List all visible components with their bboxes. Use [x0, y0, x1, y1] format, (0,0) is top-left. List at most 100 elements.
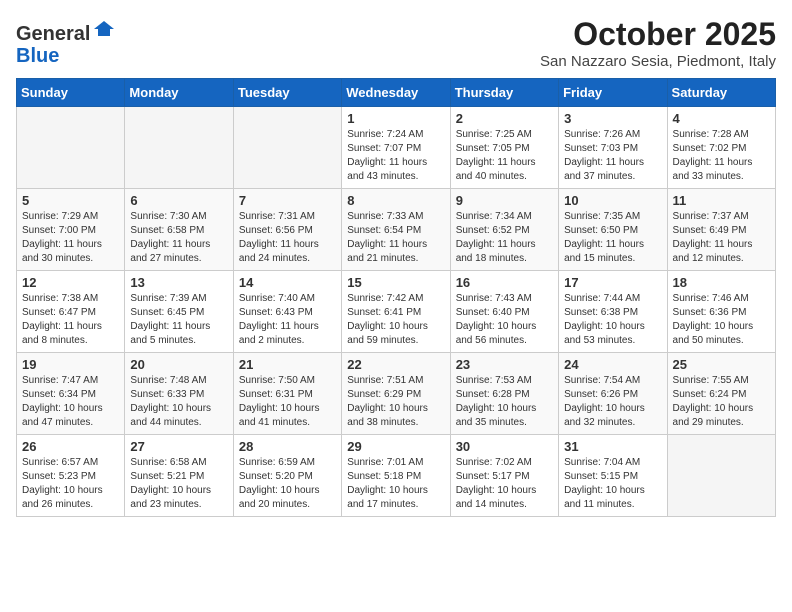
logo-general-text: General: [16, 23, 90, 45]
day-number: 18: [673, 275, 770, 290]
day-number: 30: [456, 439, 553, 454]
day-info: Sunrise: 6:59 AM Sunset: 5:20 PM Dayligh…: [239, 456, 336, 512]
day-info: Sunrise: 7:29 AM Sunset: 7:00 PM Dayligh…: [22, 210, 119, 266]
calendar-cell: 21 Sunrise: 7:50 AM Sunset: 6:31 PM Dayli…: [233, 353, 341, 435]
day-info: Sunrise: 7:34 AM Sunset: 6:52 PM Dayligh…: [456, 210, 553, 266]
day-info: Sunrise: 7:35 AM Sunset: 6:50 PM Dayligh…: [564, 210, 661, 266]
calendar-header-saturday: Saturday: [667, 79, 775, 107]
day-info: Sunrise: 7:37 AM Sunset: 6:49 PM Dayligh…: [673, 210, 770, 266]
day-number: 31: [564, 439, 661, 454]
calendar-cell: 2Sunrise: 7:25 AM Sunset: 7:05 PM Daylig…: [450, 107, 558, 189]
day-number: 12: [22, 275, 119, 290]
day-info: Sunrise: 7:46 AM Sunset: 6:36 PM Dayligh…: [673, 292, 770, 348]
day-info: Sunrise: 7:48 AM Sunset: 6:33 PM Dayligh…: [130, 374, 227, 430]
calendar-cell: 28Sunrise: 6:59 AM Sunset: 5:20 PM Dayli…: [233, 435, 341, 517]
day-number: 21: [239, 357, 336, 372]
calendar-cell: 30 Sunrise: 7:02 AM Sunset: 5:17 PM Dayli…: [450, 435, 558, 517]
day-number: 6: [130, 193, 227, 208]
day-info: Sunrise: 7:26 AM Sunset: 7:03 PM Dayligh…: [564, 128, 661, 184]
day-info: Sunrise: 7:33 AM Sunset: 6:54 PM Dayligh…: [347, 210, 444, 266]
day-number: 20: [130, 357, 227, 372]
calendar-cell: 7Sunrise: 7:31 AM Sunset: 6:56 PM Daylig…: [233, 189, 341, 271]
logo: General Blue: [16, 16, 116, 67]
calendar-cell: [667, 435, 775, 517]
calendar-table: SundayMondayTuesdayWednesdayThursdayFrid…: [16, 78, 776, 517]
day-number: 15: [347, 275, 444, 290]
day-number: 11: [673, 193, 770, 208]
day-info: Sunrise: 7:51 AM Sunset: 6:29 PM Dayligh…: [347, 374, 444, 430]
day-info: Sunrise: 7:55 AM Sunset: 6:24 PM Dayligh…: [673, 374, 770, 430]
day-info: Sunrise: 7:38 AM Sunset: 6:47 PM Dayligh…: [22, 292, 119, 348]
day-number: 26: [22, 439, 119, 454]
calendar-cell: 14 Sunrise: 7:40 AM Sunset: 6:43 PM Dayli…: [233, 271, 341, 353]
day-info: Sunrise: 7:50 AM Sunset: 6:31 PM Dayligh…: [239, 374, 336, 430]
calendar-cell: 3 Sunrise: 7:26 AM Sunset: 7:03 PM Daylig…: [559, 107, 667, 189]
calendar-header-monday: Monday: [125, 79, 233, 107]
calendar-cell: 5 Sunrise: 7:29 AM Sunset: 7:00 PM Daylig…: [17, 189, 125, 271]
day-number: 27: [130, 439, 227, 454]
location-title: San Nazzaro Sesia, Piedmont, Italy: [540, 53, 776, 70]
calendar-cell: [125, 107, 233, 189]
day-number: 3: [564, 111, 661, 126]
calendar-cell: 9 Sunrise: 7:34 AM Sunset: 6:52 PM Daylig…: [450, 189, 558, 271]
calendar-cell: 1 Sunrise: 7:24 AM Sunset: 7:07 PM Daylig…: [342, 107, 450, 189]
calendar-header-friday: Friday: [559, 79, 667, 107]
day-info: Sunrise: 7:24 AM Sunset: 7:07 PM Dayligh…: [347, 128, 444, 184]
calendar-cell: 24 Sunrise: 7:54 AM Sunset: 6:26 PM Dayli…: [559, 353, 667, 435]
calendar-cell: 20 Sunrise: 7:48 AM Sunset: 6:33 PM Dayli…: [125, 353, 233, 435]
title-block: October 2025 San Nazzaro Sesia, Piedmont…: [540, 16, 776, 70]
calendar-header-tuesday: Tuesday: [233, 79, 341, 107]
calendar-cell: 29Sunrise: 7:01 AM Sunset: 5:18 PM Dayli…: [342, 435, 450, 517]
day-number: 24: [564, 357, 661, 372]
day-number: 8: [347, 193, 444, 208]
day-info: Sunrise: 7:54 AM Sunset: 6:26 PM Dayligh…: [564, 374, 661, 430]
calendar-cell: 18 Sunrise: 7:46 AM Sunset: 6:36 PM Dayli…: [667, 271, 775, 353]
day-info: Sunrise: 7:02 AM Sunset: 5:17 PM Dayligh…: [456, 456, 553, 512]
day-info: Sunrise: 7:01 AM Sunset: 5:18 PM Dayligh…: [347, 456, 444, 512]
calendar-cell: 17 Sunrise: 7:44 AM Sunset: 6:38 PM Dayli…: [559, 271, 667, 353]
calendar-cell: 26 Sunrise: 6:57 AM Sunset: 5:23 PM Dayli…: [17, 435, 125, 517]
calendar-header-sunday: Sunday: [17, 79, 125, 107]
day-info: Sunrise: 7:44 AM Sunset: 6:38 PM Dayligh…: [564, 292, 661, 348]
day-info: Sunrise: 6:57 AM Sunset: 5:23 PM Dayligh…: [22, 456, 119, 512]
day-info: Sunrise: 7:40 AM Sunset: 6:43 PM Dayligh…: [239, 292, 336, 348]
month-title: October 2025: [540, 16, 776, 53]
day-number: 23: [456, 357, 553, 372]
day-info: Sunrise: 7:25 AM Sunset: 7:05 PM Dayligh…: [456, 128, 553, 184]
calendar-week-row: 5 Sunrise: 7:29 AM Sunset: 7:00 PM Daylig…: [17, 189, 776, 271]
day-number: 14: [239, 275, 336, 290]
calendar-header-row: SundayMondayTuesdayWednesdayThursdayFrid…: [17, 79, 776, 107]
day-number: 19: [22, 357, 119, 372]
day-info: Sunrise: 6:58 AM Sunset: 5:21 PM Dayligh…: [130, 456, 227, 512]
calendar-cell: 22Sunrise: 7:51 AM Sunset: 6:29 PM Dayli…: [342, 353, 450, 435]
calendar-cell: 4 Sunrise: 7:28 AM Sunset: 7:02 PM Daylig…: [667, 107, 775, 189]
calendar-cell: 10 Sunrise: 7:35 AM Sunset: 6:50 PM Dayli…: [559, 189, 667, 271]
calendar-cell: [233, 107, 341, 189]
calendar-cell: 27 Sunrise: 6:58 AM Sunset: 5:21 PM Dayli…: [125, 435, 233, 517]
day-number: 17: [564, 275, 661, 290]
day-number: 10: [564, 193, 661, 208]
calendar-cell: 6 Sunrise: 7:30 AM Sunset: 6:58 PM Daylig…: [125, 189, 233, 271]
day-number: 4: [673, 111, 770, 126]
calendar-cell: 13Sunrise: 7:39 AM Sunset: 6:45 PM Dayli…: [125, 271, 233, 353]
page-header: General Blue October 2025 San Nazzaro Se…: [16, 16, 776, 70]
day-info: Sunrise: 7:39 AM Sunset: 6:45 PM Dayligh…: [130, 292, 227, 348]
calendar-cell: 15 Sunrise: 7:42 AM Sunset: 6:41 PM Dayli…: [342, 271, 450, 353]
day-info: Sunrise: 7:42 AM Sunset: 6:41 PM Dayligh…: [347, 292, 444, 348]
day-info: Sunrise: 7:53 AM Sunset: 6:28 PM Dayligh…: [456, 374, 553, 430]
logo-blue-text: Blue: [16, 45, 59, 67]
day-number: 16: [456, 275, 553, 290]
calendar-cell: 25Sunrise: 7:55 AM Sunset: 6:24 PM Dayli…: [667, 353, 775, 435]
calendar-header-wednesday: Wednesday: [342, 79, 450, 107]
day-info: Sunrise: 7:28 AM Sunset: 7:02 PM Dayligh…: [673, 128, 770, 184]
day-number: 5: [22, 193, 119, 208]
day-info: Sunrise: 7:04 AM Sunset: 5:15 PM Dayligh…: [564, 456, 661, 512]
calendar-cell: 8 Sunrise: 7:33 AM Sunset: 6:54 PM Daylig…: [342, 189, 450, 271]
day-number: 1: [347, 111, 444, 126]
day-number: 9: [456, 193, 553, 208]
calendar-cell: 23 Sunrise: 7:53 AM Sunset: 6:28 PM Dayli…: [450, 353, 558, 435]
day-info: Sunrise: 7:30 AM Sunset: 6:58 PM Dayligh…: [130, 210, 227, 266]
calendar-cell: [17, 107, 125, 189]
day-info: Sunrise: 7:47 AM Sunset: 6:34 PM Dayligh…: [22, 374, 119, 430]
calendar-week-row: 1 Sunrise: 7:24 AM Sunset: 7:07 PM Daylig…: [17, 107, 776, 189]
